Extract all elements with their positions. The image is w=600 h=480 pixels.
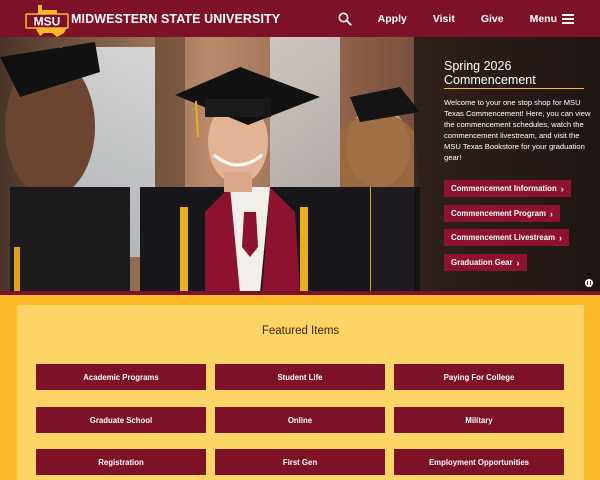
commencement-program-button[interactable]: Commencement Program ›: [444, 205, 560, 222]
graduate-school-button[interactable]: Graduate School: [36, 407, 206, 433]
employment-opportunities-button[interactable]: Employment Opportunities: [394, 449, 564, 475]
university-name[interactable]: MIDWESTERN STATE UNIVERSITY: [71, 12, 280, 26]
academic-programs-button[interactable]: Academic Programs: [36, 364, 206, 390]
nav-visit-link[interactable]: Visit: [433, 13, 455, 25]
hero-description: Welcome to your one stop shop for MSU Te…: [444, 98, 591, 162]
nav-give-link[interactable]: Give: [481, 13, 504, 25]
hero-title-divider: [444, 88, 584, 89]
student-life-button[interactable]: Student Life: [215, 364, 385, 390]
button-label: Graduation Gear: [451, 258, 513, 267]
nav-apply-link[interactable]: Apply: [378, 13, 407, 25]
pause-icon[interactable]: [585, 279, 593, 287]
military-button[interactable]: Military: [394, 407, 564, 433]
chevron-right-icon: ›: [549, 208, 553, 219]
main-nav: Apply Visit Give Menu: [338, 0, 574, 37]
featured-items-section: Featured Items Academic Programs Student…: [17, 305, 584, 480]
paying-for-college-button[interactable]: Paying For College: [394, 364, 564, 390]
hamburger-icon: [562, 13, 574, 24]
search-icon[interactable]: [338, 12, 352, 26]
msu-texas-logo-icon[interactable]: MSU: [24, 3, 70, 39]
menu-label: Menu: [529, 12, 557, 25]
logo-text: MSU: [34, 15, 61, 29]
button-label: Commencement Information: [451, 184, 557, 193]
registration-button[interactable]: Registration: [36, 449, 206, 475]
chevron-right-icon: ›: [560, 183, 564, 194]
commencement-information-button[interactable]: Commencement Information ›: [444, 180, 571, 197]
menu-button[interactable]: Menu: [530, 13, 574, 25]
featured-items-title: Featured Items: [261, 325, 340, 337]
commencement-livestream-button[interactable]: Commencement Livestream ›: [444, 229, 569, 246]
online-button[interactable]: Online: [215, 407, 385, 433]
graduation-gear-button[interactable]: Graduation Gear ›: [444, 254, 527, 271]
chevron-right-icon: ›: [516, 257, 520, 268]
hero-title: Spring 2026 Commencement: [444, 59, 536, 87]
site-header: MSU MIDWESTERN STATE UNIVERSITY Apply Vi…: [0, 0, 600, 37]
first-gen-button[interactable]: First Gen: [215, 449, 385, 475]
button-label: Commencement Livestream: [451, 233, 555, 242]
button-label: Commencement Program: [451, 209, 546, 218]
hero-banner: Spring 2026 Commencement Welcome to your…: [0, 37, 600, 293]
chevron-right-icon: ›: [559, 232, 562, 243]
hero-bottom-bar: [0, 291, 600, 295]
